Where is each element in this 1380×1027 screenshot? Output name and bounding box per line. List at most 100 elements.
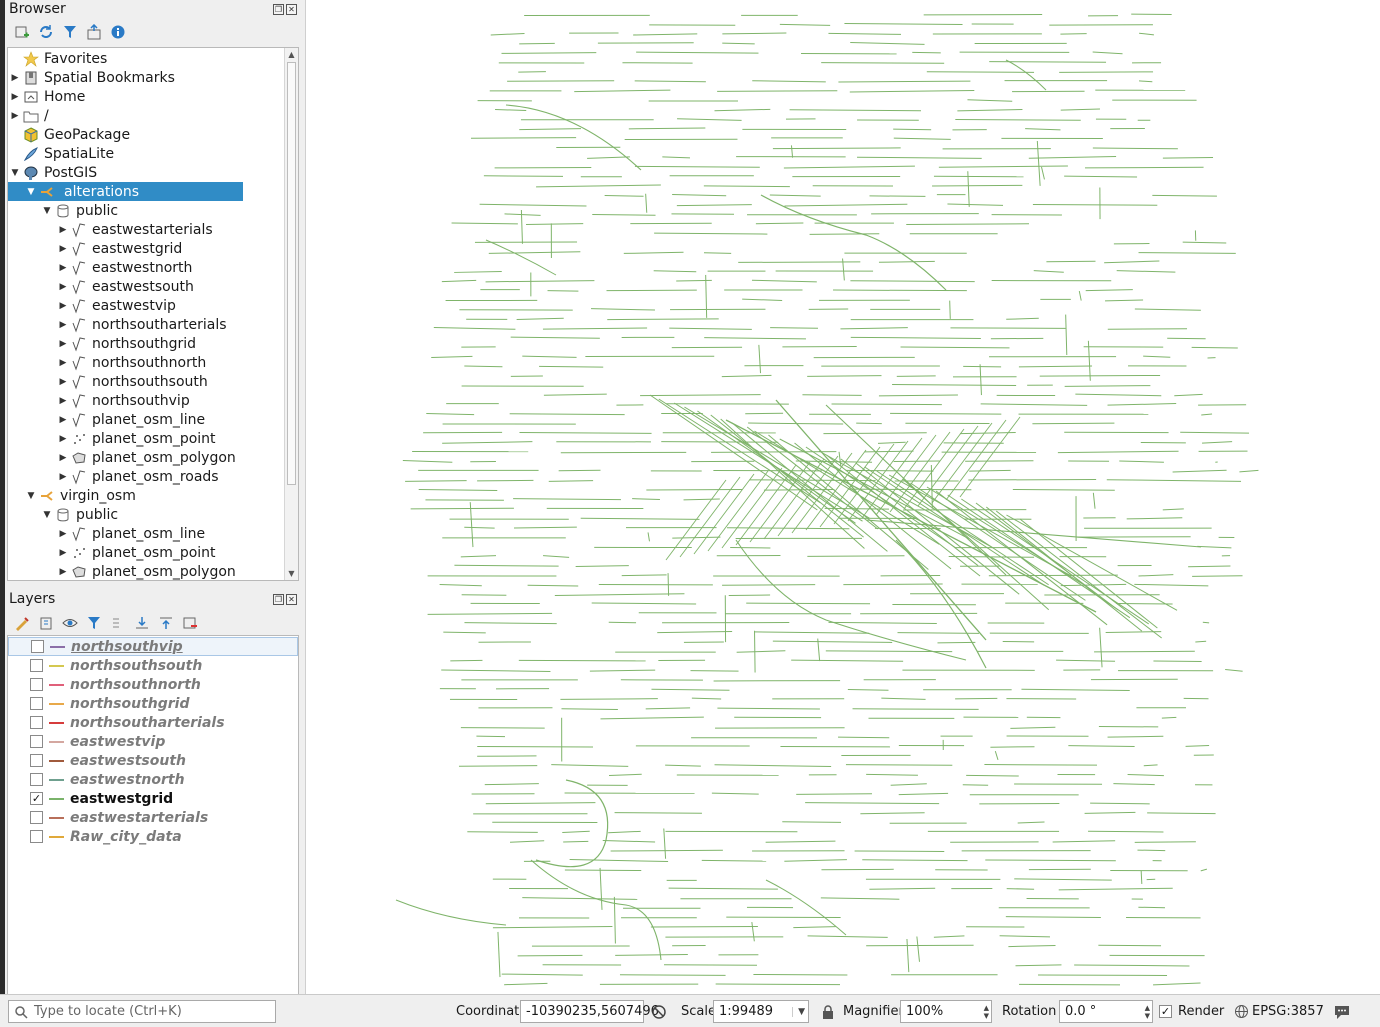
- rotation-spinbox[interactable]: 0.0 ° ▲ ▼: [1059, 1000, 1153, 1023]
- browser-item[interactable]: ▶ eastwestvip: [8, 296, 176, 315]
- add-group-icon[interactable]: [37, 614, 55, 632]
- refresh-icon[interactable]: [37, 23, 55, 41]
- browser-item[interactable]: ▶ planet_osm_line: [8, 524, 206, 543]
- filter-legend-icon[interactable]: [85, 614, 103, 632]
- collapsed-arrow-icon[interactable]: ▶: [58, 301, 68, 311]
- browser-item[interactable]: ▼ alterations: [8, 182, 243, 201]
- layer-item[interactable]: northsoutharterials: [8, 713, 298, 732]
- street-lines-map[interactable]: [306, 0, 1380, 994]
- spin-arrows-icon[interactable]: ▲ ▼: [984, 1004, 989, 1020]
- browser-item[interactable]: ▶ planet_osm_point: [8, 429, 216, 448]
- coordinate-field[interactable]: -10390235,5607496: [520, 1000, 659, 1023]
- layer-visibility-checkbox[interactable]: [30, 735, 43, 748]
- scrollbar-thumb[interactable]: [287, 62, 296, 485]
- add-selected-layers-icon[interactable]: [13, 23, 31, 41]
- layer-visibility-checkbox[interactable]: [30, 773, 43, 786]
- lock-scale-icon[interactable]: [821, 1000, 835, 1023]
- browser-item[interactable]: ▶ eastwestnorth: [8, 258, 193, 277]
- collapsed-arrow-icon[interactable]: ▶: [58, 453, 68, 463]
- expanded-arrow-icon[interactable]: ▼: [10, 168, 20, 178]
- expanded-arrow-icon[interactable]: ▼: [26, 491, 36, 501]
- expanded-arrow-icon[interactable]: ▼: [42, 510, 52, 520]
- close-panel-icon[interactable]: ✕: [286, 3, 297, 15]
- layer-visibility-checkbox[interactable]: [30, 659, 43, 672]
- collapsed-arrow-icon[interactable]: ▶: [58, 263, 68, 273]
- filter-by-expression-icon[interactable]: [109, 614, 127, 632]
- layer-item[interactable]: northsouthgrid: [8, 694, 298, 713]
- layer-item[interactable]: northsouthsouth: [8, 656, 298, 675]
- float-panel-icon[interactable]: ❐: [273, 593, 284, 605]
- browser-item[interactable]: ▼ public: [8, 505, 119, 524]
- collapsed-arrow-icon[interactable]: ▶: [58, 225, 68, 235]
- layer-visibility-checkbox[interactable]: ✓: [30, 792, 43, 805]
- expanded-arrow-icon[interactable]: ▼: [26, 187, 36, 197]
- locator-search[interactable]: Type to locate (Ctrl+K): [8, 1000, 276, 1023]
- spin-arrows-icon[interactable]: ▲ ▼: [1145, 1004, 1150, 1020]
- collapsed-arrow-icon[interactable]: ▶: [58, 548, 68, 558]
- collapsed-arrow-icon[interactable]: ▶: [58, 244, 68, 254]
- browser-item[interactable]: ▶ eastwestsouth: [8, 277, 194, 296]
- scroll-up-arrow-icon[interactable]: ▲: [285, 48, 298, 61]
- browser-item[interactable]: ▶ /: [8, 106, 49, 125]
- browser-item[interactable]: ▶ northsoutharterials: [8, 315, 227, 334]
- collapse-all-icon[interactable]: [157, 614, 175, 632]
- layer-visibility-checkbox[interactable]: [30, 811, 43, 824]
- layer-item[interactable]: eastwestsouth: [8, 751, 298, 770]
- style-panel-icon[interactable]: [13, 614, 31, 632]
- browser-tree[interactable]: Favorites ▶ Spatial Bookmarks ▶ Home ▶ / GeoPac…: [7, 47, 299, 581]
- browser-item[interactable]: ▶ northsouthgrid: [8, 334, 197, 353]
- browser-item[interactable]: ▶ planet_osm_polygon: [8, 562, 236, 580]
- layer-item[interactable]: eastwestnorth: [8, 770, 298, 789]
- layer-item[interactable]: northsouthvip: [8, 637, 298, 656]
- scroll-down-arrow-icon[interactable]: ▼: [285, 567, 298, 580]
- collapsed-arrow-icon[interactable]: ▶: [10, 92, 20, 102]
- layer-visibility-checkbox[interactable]: [30, 754, 43, 767]
- collapse-all-icon[interactable]: [85, 23, 103, 41]
- layer-visibility-checkbox[interactable]: [30, 678, 43, 691]
- collapsed-arrow-icon[interactable]: ▶: [58, 358, 68, 368]
- locator-input[interactable]: Type to locate (Ctrl+K): [8, 1000, 276, 1023]
- browser-item[interactable]: ▶ eastwestgrid: [8, 239, 183, 258]
- browser-item[interactable]: ▶ planet_osm_point: [8, 543, 216, 562]
- layer-item[interactable]: Raw_city_data: [8, 827, 298, 846]
- browser-item[interactable]: ▶ northsouthvip: [8, 391, 190, 410]
- expand-all-icon[interactable]: [133, 614, 151, 632]
- browser-item[interactable]: ▶ northsouthnorth: [8, 353, 207, 372]
- layer-visibility-checkbox[interactable]: [31, 640, 44, 653]
- layer-visibility-checkbox[interactable]: [30, 716, 43, 729]
- magnifier-spinbox[interactable]: 100% ▲ ▼: [900, 1000, 992, 1023]
- collapsed-arrow-icon[interactable]: ▶: [58, 320, 68, 330]
- layers-tree[interactable]: northsouthvip northsouthsouth northsouthno…: [7, 635, 299, 995]
- browser-item[interactable]: ▶ planet_osm_roads: [8, 467, 219, 486]
- browser-item[interactable]: ▼ public: [8, 201, 119, 220]
- collapsed-arrow-icon[interactable]: ▶: [58, 472, 68, 482]
- manage-visibility-eye-icon[interactable]: [61, 614, 79, 632]
- close-panel-icon[interactable]: ✕: [286, 593, 297, 605]
- browser-item[interactable]: ▶ planet_osm_line: [8, 410, 206, 429]
- browser-item[interactable]: ▶ planet_osm_polygon: [8, 448, 236, 467]
- browser-item[interactable]: ▼ virgin_osm: [8, 486, 136, 505]
- collapsed-arrow-icon[interactable]: ▶: [10, 111, 20, 121]
- render-toggle[interactable]: ✓ Render: [1159, 1000, 1224, 1023]
- collapsed-arrow-icon[interactable]: ▶: [58, 396, 68, 406]
- messages-icon[interactable]: [1333, 1000, 1351, 1023]
- crs-button[interactable]: EPSG:3857: [1234, 1000, 1324, 1023]
- render-checkbox[interactable]: ✓: [1159, 1005, 1172, 1018]
- map-canvas[interactable]: [305, 0, 1380, 994]
- collapsed-arrow-icon[interactable]: ▶: [58, 529, 68, 539]
- collapsed-arrow-icon[interactable]: ▶: [58, 377, 68, 387]
- collapsed-arrow-icon[interactable]: ▶: [58, 282, 68, 292]
- browser-item[interactable]: ▶ Home: [8, 87, 86, 106]
- collapsed-arrow-icon[interactable]: ▶: [58, 434, 68, 444]
- collapsed-arrow-icon[interactable]: ▶: [58, 415, 68, 425]
- browser-item[interactable]: ▶ Spatial Bookmarks: [8, 68, 175, 87]
- collapsed-arrow-icon[interactable]: ▶: [58, 567, 68, 577]
- float-panel-icon[interactable]: ❐: [273, 3, 284, 15]
- filter-icon[interactable]: [61, 23, 79, 41]
- browser-item[interactable]: ▶ northsouthsouth: [8, 372, 208, 391]
- layer-item[interactable]: northsouthnorth: [8, 675, 298, 694]
- layer-visibility-checkbox[interactable]: [30, 830, 43, 843]
- browser-item[interactable]: GeoPackage: [8, 125, 130, 144]
- layer-visibility-checkbox[interactable]: [30, 697, 43, 710]
- remove-layer-icon[interactable]: [181, 614, 199, 632]
